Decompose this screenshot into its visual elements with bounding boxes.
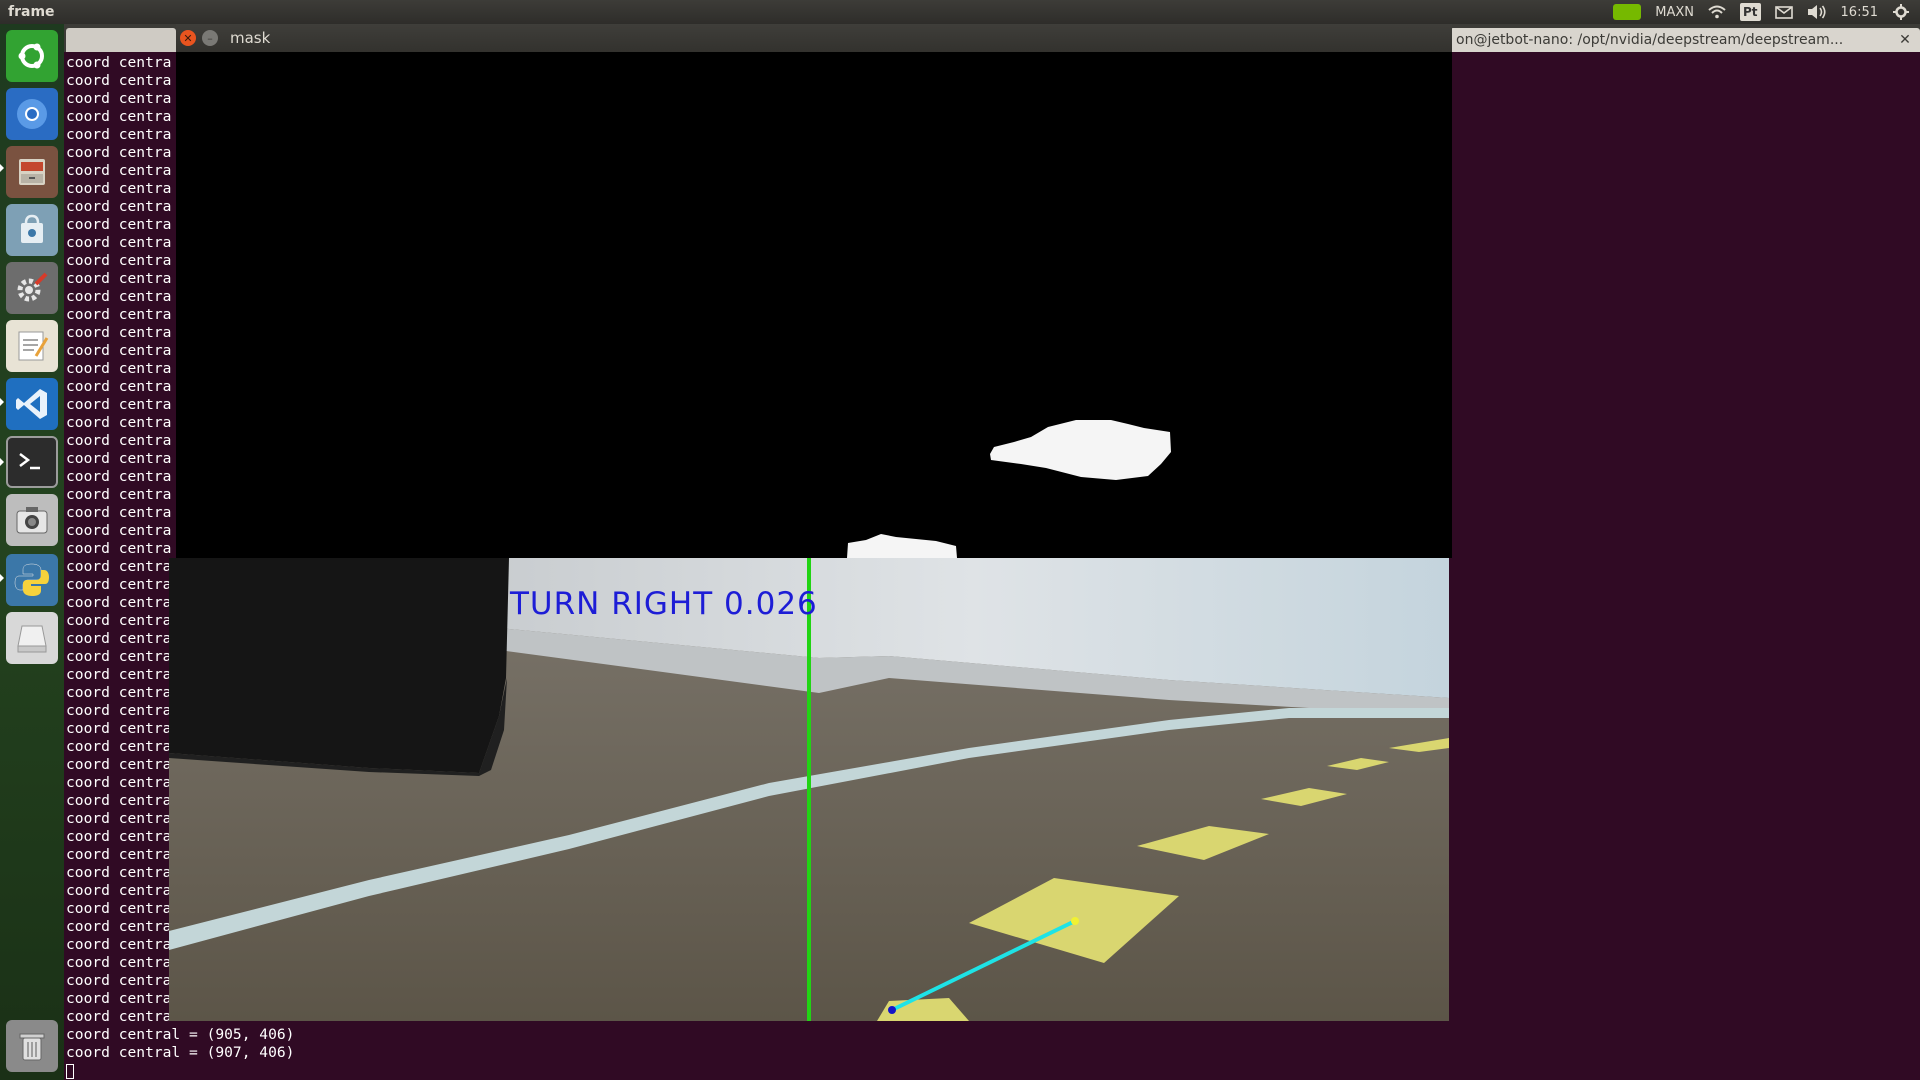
mail-icon[interactable] [1774,2,1793,22]
mask-blob [990,420,1171,480]
terminal-prompt [66,1062,426,1080]
notepad-icon[interactable] [6,320,58,372]
gear-wrench-icon[interactable] [6,262,58,314]
camera-icon[interactable] [6,494,58,546]
running-indicator [0,398,4,406]
indicator-area: MAXN Pt 16:51 [1613,2,1920,22]
mask-image [176,52,1452,558]
running-indicator [0,458,4,466]
ubuntu-logo-icon[interactable] [6,30,58,82]
vscode-icon[interactable] [6,378,58,430]
terminal-tab-title: on@jetbot-nano: /opt/nvidia/deepstream/d… [1456,32,1844,48]
terminal-tab-deepstream[interactable]: on@jetbot-nano: /opt/nvidia/deepstream/d… [1450,28,1920,52]
session-gear-icon[interactable] [1892,2,1910,22]
terminal-icon[interactable] [6,436,58,488]
mask-window[interactable]: ✕ – mask [176,24,1452,558]
mask-blob [847,534,957,558]
close-icon[interactable]: ✕ [1896,32,1914,48]
keyboard-layout-indicator[interactable]: Pt [1740,3,1761,21]
terminal-line: coord central = (907, 406) [66,1044,295,1061]
python-icon[interactable] [6,554,58,606]
chromium-icon[interactable] [6,88,58,140]
mask-window-title: mask [230,29,271,47]
target-point [1071,917,1079,925]
terminal-line: coord central = (905, 406) [66,1026,295,1043]
clock[interactable]: 16:51 [1841,2,1878,22]
trash-icon[interactable] [6,1020,58,1072]
nvidia-icon[interactable] [1613,4,1642,20]
mask-titlebar[interactable]: ✕ – mask [176,24,1452,52]
drive-icon[interactable] [6,612,58,664]
launcher [0,24,64,1080]
origin-point [888,1006,896,1014]
background-editor [1454,52,1920,1080]
volume-icon[interactable] [1807,2,1827,22]
cursor [66,1063,74,1079]
minimize-icon[interactable]: – [202,30,218,46]
shopping-bag-icon[interactable] [6,204,58,256]
wifi-icon[interactable] [1708,2,1726,22]
top-panel: frame MAXN Pt 16:51 [0,0,1920,24]
steering-overlay-text: TURN RIGHT 0.026 [510,586,818,622]
active-app-title: frame [8,4,55,20]
frame-image: TURN RIGHT 0.026 [169,558,1449,1021]
running-indicator [0,164,4,172]
gpu-mode-indicator[interactable]: MAXN [1655,2,1694,22]
terminal-tab-frame[interactable] [66,28,176,52]
camera-view [169,558,1449,1021]
running-indicator [0,574,4,582]
close-icon[interactable]: ✕ [180,30,196,46]
file-cabinet-icon[interactable] [6,146,58,198]
